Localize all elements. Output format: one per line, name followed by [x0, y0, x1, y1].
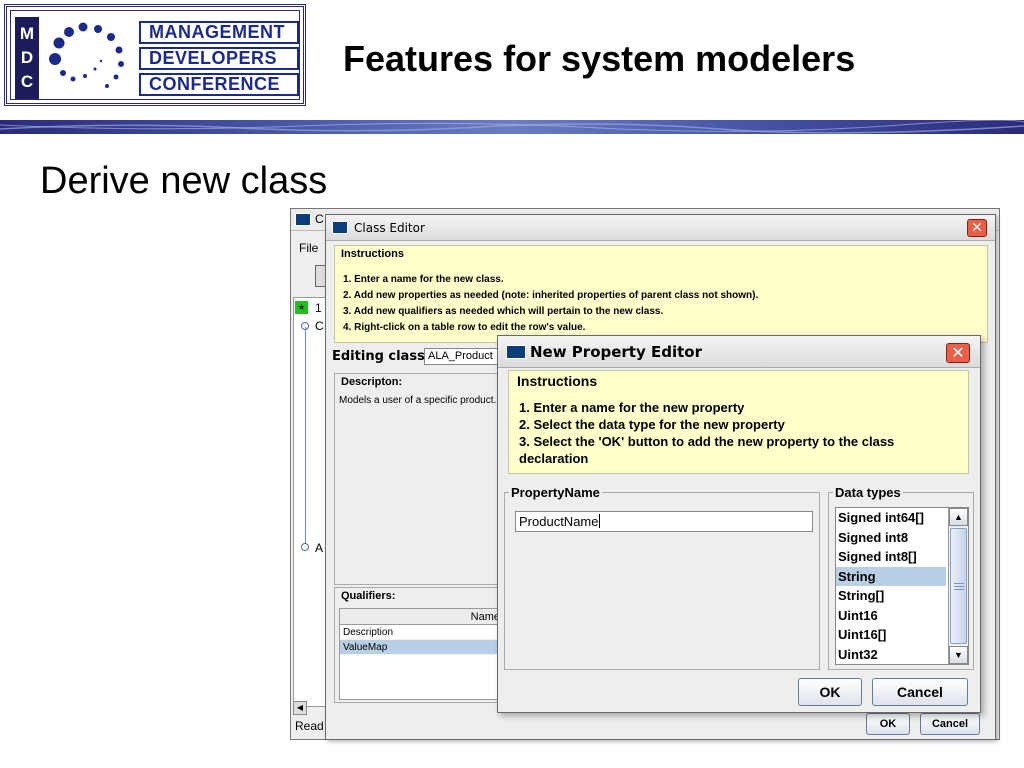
- instruction-line: 3. Select the 'OK' button to add the new…: [519, 434, 895, 466]
- table-row[interactable]: Description: [340, 625, 504, 640]
- list-item[interactable]: String: [836, 566, 946, 586]
- logo-wordmark: MANAGEMENT DEVELOPERS CONFERENCE: [139, 21, 299, 99]
- scroll-up-icon[interactable]: ▲: [949, 508, 968, 526]
- ok-button[interactable]: OK: [866, 713, 910, 735]
- description-group: Descripton: Models a user of a specific …: [334, 373, 504, 585]
- cancel-button[interactable]: Cancel: [920, 713, 980, 735]
- description-textarea[interactable]: Models a user of a specific product.: [339, 394, 499, 582]
- list-item[interactable]: Uint32: [836, 645, 946, 665]
- data-types-group: Data types Signed int64[] Signed int8 Si…: [828, 485, 974, 670]
- list-item[interactable]: Signed int8: [836, 528, 946, 548]
- logo-letter-d: D: [20, 48, 34, 67]
- logo-frame: M D C MANAGEMENT DEVELOPERS CONFERENCE: [10, 10, 300, 100]
- instructions-legend: Instructions: [515, 373, 600, 389]
- header-band: [0, 120, 1024, 134]
- data-types-legend: Data types: [833, 485, 903, 500]
- mdc-logo: M D C MANAGEMENT DEVELOPERS CONFERENCE: [4, 4, 306, 106]
- tree-root-icon: ★: [295, 301, 308, 314]
- menu-file[interactable]: File: [299, 241, 318, 255]
- scroll-down-icon[interactable]: ▼: [949, 646, 968, 664]
- new-property-editor-window: New Property Editor ✕ Instructions 1. En…: [497, 335, 981, 713]
- tree-connector-line: [305, 327, 306, 547]
- class-editor-titlebar[interactable]: Class Editor ✕: [326, 215, 995, 241]
- java-app-icon: [295, 213, 311, 226]
- scrollbar-thumb[interactable]: [950, 528, 967, 644]
- tree-node-label[interactable]: C: [315, 319, 324, 333]
- class-name-input[interactable]: ALA_Product: [424, 348, 504, 365]
- qualifiers-legend: Qualifiers:: [339, 590, 398, 602]
- logo-word-management: MANAGEMENT: [139, 21, 299, 44]
- class-tree-pane[interactable]: [293, 297, 329, 707]
- scrollbar-grip-icon: [954, 583, 964, 584]
- new-property-editor-title: New Property Editor: [530, 343, 702, 361]
- band-wave-decoration: [0, 120, 1024, 134]
- qualifiers-group: Qualifiers: Name Description ValueMap: [334, 587, 505, 703]
- tree-root-label[interactable]: 1: [315, 301, 322, 315]
- class-editor-instructions: Instructions 1. Enter a name for the new…: [334, 245, 988, 343]
- property-name-input[interactable]: ProductName: [515, 511, 813, 532]
- logo-word-developers: DEVELOPERS: [139, 47, 299, 70]
- java-app-icon: [332, 221, 348, 234]
- instructions-list: 1. Enter a name for the new class. 2. Ad…: [343, 272, 758, 336]
- new-property-editor-titlebar[interactable]: New Property Editor ✕: [498, 336, 980, 368]
- slide-subtitle: Derive new class: [40, 160, 328, 202]
- instruction-line: 2. Add new properties as needed (note: i…: [343, 290, 759, 301]
- new-property-instructions: Instructions 1. Enter a name for the new…: [508, 370, 969, 474]
- instruction-line: 4. Right-click on a table row to edit th…: [343, 322, 586, 333]
- slide: M D C MANAGEMENT DEVELOPERS CONFERENCE F…: [0, 0, 1024, 768]
- logo-mdc-column: M D C: [15, 17, 39, 99]
- java-app-icon: [506, 345, 526, 359]
- instruction-line: 1. Enter a name for the new class.: [343, 274, 504, 285]
- scroll-left-icon[interactable]: ◀: [293, 701, 307, 715]
- instructions-list: 1. Enter a name for the new property 2. …: [519, 399, 959, 467]
- instructions-legend: Instructions: [339, 248, 406, 260]
- qualifiers-column-header[interactable]: Name: [340, 609, 504, 625]
- list-item[interactable]: String[]: [836, 586, 946, 606]
- property-name-value: ProductName: [519, 514, 599, 529]
- list-item[interactable]: Signed int8[]: [836, 547, 946, 567]
- logo-word-conference: CONFERENCE: [139, 73, 299, 96]
- main-window-title: C: [315, 212, 324, 226]
- ok-button[interactable]: OK: [798, 678, 862, 706]
- editing-class-label: Editing class: [332, 349, 425, 364]
- logo-letter-m: M: [19, 24, 35, 43]
- slide-title: Features for system modelers: [343, 38, 856, 79]
- tree-node-icon[interactable]: [301, 543, 309, 551]
- table-row[interactable]: ValueMap: [340, 640, 504, 655]
- logo-dot-ring-icon: [49, 22, 124, 88]
- qualifiers-table[interactable]: Name Description ValueMap: [339, 608, 505, 700]
- logo-letter-c: C: [20, 72, 34, 91]
- class-editor-title: Class Editor: [354, 221, 425, 235]
- list-item[interactable]: Uint16[]: [836, 625, 946, 645]
- data-types-list[interactable]: Signed int64[] Signed int8 Signed int8[]…: [835, 507, 969, 665]
- property-name-group: PropertyName ProductName: [504, 485, 820, 670]
- tree-node-label[interactable]: A: [315, 541, 323, 555]
- instruction-line: 2. Select the data type for the new prop…: [519, 417, 785, 432]
- cancel-button[interactable]: Cancel: [872, 678, 968, 706]
- description-legend: Descripton:: [339, 376, 405, 388]
- list-item[interactable]: Uint16: [836, 606, 946, 626]
- instruction-line: 3. Add new qualifiers as needed which wi…: [343, 306, 664, 317]
- property-name-legend: PropertyName: [509, 485, 602, 500]
- status-bar-text: Read: [295, 719, 324, 733]
- close-icon[interactable]: ✕: [946, 343, 970, 363]
- close-icon[interactable]: ✕: [967, 219, 987, 237]
- text-caret: [599, 514, 601, 528]
- list-item[interactable]: Signed int64[]: [836, 508, 946, 528]
- data-types-scrollbar[interactable]: ▲ ▼: [948, 508, 968, 664]
- instruction-line: 1. Enter a name for the new property: [519, 400, 745, 415]
